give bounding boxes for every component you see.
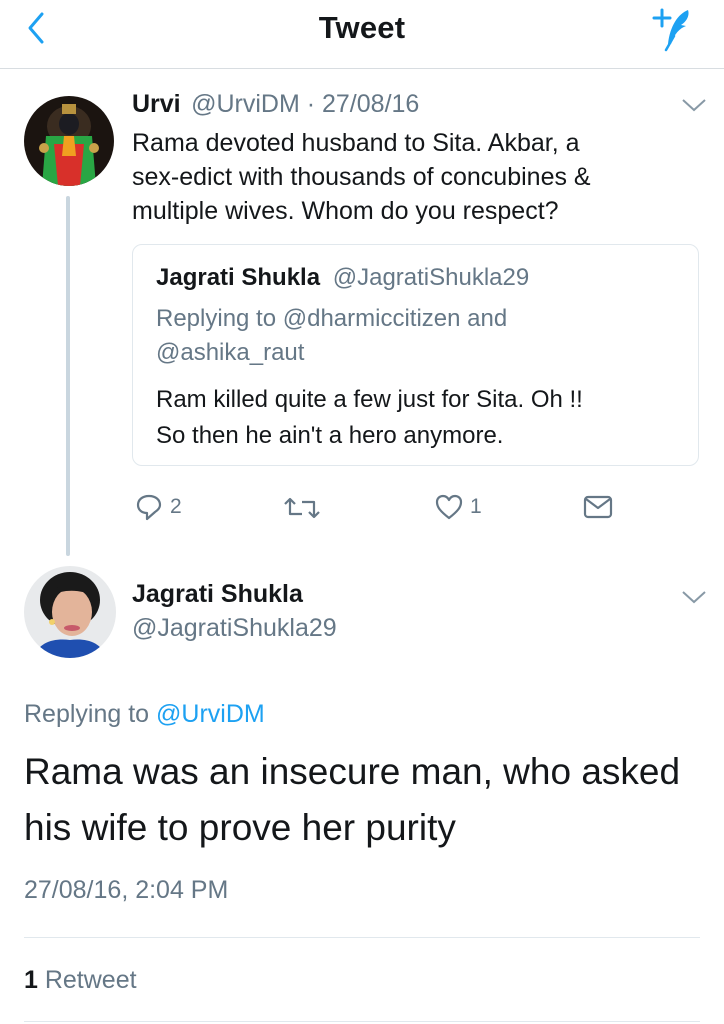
tweet-line: his wife to prove her purity <box>24 807 456 848</box>
replying-label: Replying to <box>24 700 157 728</box>
thread-connector-line <box>66 196 70 556</box>
replying-mention-link[interactable]: @UrviDM <box>156 700 265 728</box>
compose-tweet-button[interactable] <box>648 6 698 52</box>
divider <box>24 937 700 938</box>
retweet-label: Retweet <box>37 966 137 994</box>
main-replying-to: Replying to @UrviDM <box>24 700 265 729</box>
quoted-tweet-header: Jagrati Shukla @JagratiShukla29 <box>156 264 529 292</box>
deity-avatar-image <box>24 96 114 186</box>
tweet-line: sex-edict with thousands of concubines & <box>132 163 591 191</box>
retweet-count: 1 <box>24 966 38 994</box>
tweet-line: Ram killed quite a few just for Sita. Oh… <box>156 386 583 413</box>
chevron-down-icon <box>682 99 706 112</box>
quoted-author-name: Jagrati Shukla <box>156 264 321 291</box>
main-tweet-text: Rama was an insecure man, who asked his … <box>24 744 680 856</box>
retweet-icon <box>284 497 320 519</box>
author-name[interactable]: Urvi <box>132 90 181 118</box>
tweet-line: So then he ain't a hero anymore. <box>156 422 504 449</box>
main-author-handle[interactable]: @JagratiShukla29 <box>132 614 337 643</box>
retweet-stats[interactable]: 1 Retweet <box>24 966 137 995</box>
reply-icon <box>136 494 162 521</box>
quoted-replying-to: Replying to @dharmiccitizen and @ashika_… <box>156 302 507 370</box>
avatar-urvi[interactable] <box>24 96 114 186</box>
quoted-tweet-text: Ram killed quite a few just for Sita. Oh… <box>156 382 583 454</box>
chevron-down-icon <box>682 591 706 604</box>
page-title: Tweet <box>318 10 406 45</box>
like-count: 1 <box>470 495 482 518</box>
author-handle-date: @UrviDM · 27/08/16 <box>191 90 420 118</box>
replying-line: @ashika_raut <box>156 339 305 366</box>
tweet-line: Rama was an insecure man, who asked <box>24 751 681 792</box>
direct-message-button[interactable] <box>582 492 614 522</box>
compose-tweet-icon <box>652 8 689 52</box>
reply-count: 2 <box>170 495 182 518</box>
profile-photo-image <box>24 566 116 658</box>
replying-line: Replying to @dharmiccitizen and <box>156 305 508 332</box>
main-author-name[interactable]: Jagrati Shukla <box>132 580 303 609</box>
parent-tweet-text: Rama devoted husband to Sita. Akbar, a s… <box>132 126 702 228</box>
quoted-author-handle: @JagratiShukla29 <box>332 264 530 291</box>
divider <box>24 1021 700 1022</box>
main-tweet-menu-button[interactable] <box>680 588 708 606</box>
like-button[interactable]: 1 <box>434 492 482 522</box>
reply-button[interactable]: 2 <box>134 492 182 522</box>
tweet-line: Rama devoted husband to Sita. Akbar, a <box>132 129 580 157</box>
heart-icon <box>435 494 463 520</box>
envelope-icon <box>583 495 613 519</box>
retweet-button[interactable] <box>284 494 320 522</box>
avatar-jagrati[interactable] <box>24 566 116 658</box>
tweet-timestamp: 27/08/16, 2:04 PM <box>24 876 229 904</box>
parent-tweet-menu-button[interactable] <box>680 96 708 114</box>
tweet-line: multiple wives. Whom do you respect? <box>132 197 559 225</box>
parent-tweet-header: Urvi @UrviDM · 27/08/16 <box>132 90 419 120</box>
